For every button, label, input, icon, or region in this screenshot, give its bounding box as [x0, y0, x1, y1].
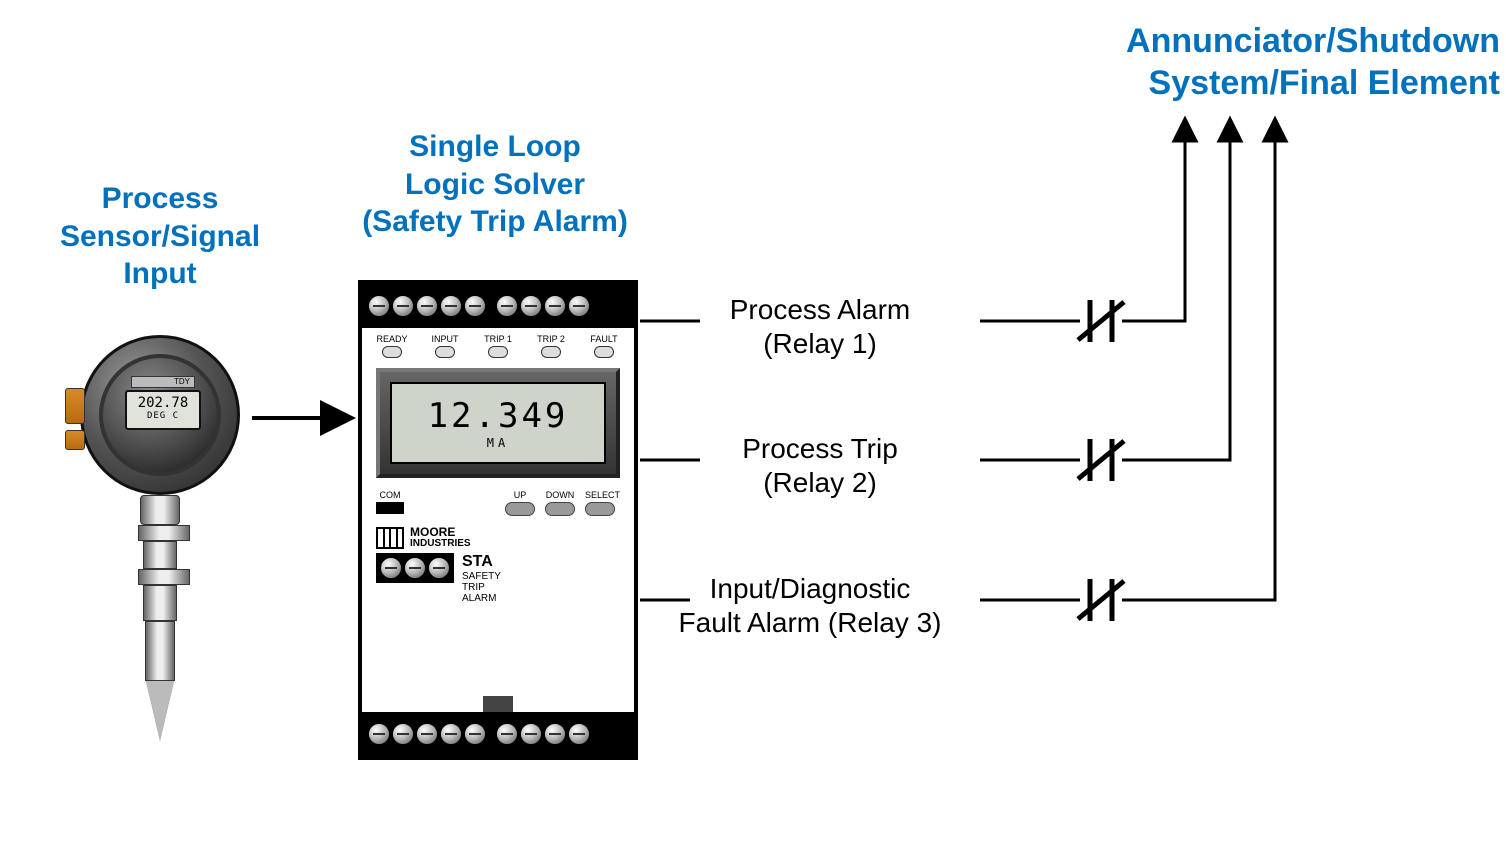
sta-lcd-value: 12.349 [392, 396, 604, 436]
solver-heading: Single LoopLogic Solver(Safety Trip Alar… [330, 128, 660, 241]
sta-aux-terminals [376, 553, 454, 583]
com-label: COM [376, 490, 404, 500]
led-trip1 [488, 346, 508, 358]
sensor-probe-tip [146, 681, 174, 741]
sta-bottom-terminals [362, 712, 634, 756]
annunciator-line1: Annunciator/Shutdown [1000, 20, 1500, 63]
sensor-lug [65, 430, 85, 450]
sta-button-row: COM UP DOWN SELECT [362, 486, 634, 522]
sta-lcd-frame: 12.349 MA [376, 368, 620, 478]
btn-select-label: SELECT [585, 490, 620, 500]
sensor-heading: ProcessSensor/SignalInput [30, 180, 290, 293]
sensor-unit: DEG C [127, 411, 199, 421]
led-trip2 [541, 346, 561, 358]
process-sensor-device: TDY 202.78 DEG C [70, 335, 250, 741]
btn-select[interactable] [585, 502, 615, 516]
led-trip2-label: TRIP 2 [537, 334, 565, 344]
sensor-head: TDY 202.78 DEG C [80, 335, 240, 495]
led-input [435, 346, 455, 358]
sensor-model-tag: TDY [131, 376, 195, 388]
sta-model: STA [462, 553, 493, 570]
moore-logo-icon [376, 527, 404, 549]
sta-model-tag: STA SAFETYTRIPALARM [462, 553, 501, 604]
btn-down-label: DOWN [545, 490, 575, 500]
sta-device: READY INPUT TRIP 1 TRIP 2 FAULT 12.349 M… [358, 280, 638, 760]
sensor-lcd: 202.78 DEG C [125, 390, 201, 430]
led-ready-label: READY [376, 334, 407, 344]
sta-lcd-unit: MA [392, 436, 604, 450]
com-port[interactable] [376, 502, 404, 514]
led-trip1-label: TRIP 1 [484, 334, 512, 344]
sensor-reading: 202.78 [138, 395, 189, 411]
relay2-label: Process Trip(Relay 2) [660, 432, 980, 499]
brand-bottom: INDUSTRIES [410, 538, 471, 549]
led-fault-label: FAULT [590, 334, 617, 344]
sta-brand-row: MOORE INDUSTRIES [362, 526, 634, 549]
brand-top: MOORE [410, 526, 471, 538]
sta-model-sub: SAFETYTRIPALARM [462, 571, 501, 604]
sensor-lug [65, 388, 85, 424]
relay1-label: Process Alarm(Relay 1) [660, 293, 980, 360]
relay3-label: Input/DiagnosticFault Alarm (Relay 3) [640, 572, 980, 639]
sta-top-terminals [362, 284, 634, 328]
led-input-label: INPUT [432, 334, 459, 344]
led-fault [594, 346, 614, 358]
sta-lcd: 12.349 MA [390, 382, 606, 464]
btn-up[interactable] [505, 502, 535, 516]
din-rail-tab [483, 696, 513, 712]
btn-up-label: UP [505, 490, 535, 500]
btn-down[interactable] [545, 502, 575, 516]
led-ready [382, 346, 402, 358]
annunciator-line2: System/Final Element [1000, 62, 1500, 105]
sta-led-row: READY INPUT TRIP 1 TRIP 2 FAULT [362, 328, 634, 360]
